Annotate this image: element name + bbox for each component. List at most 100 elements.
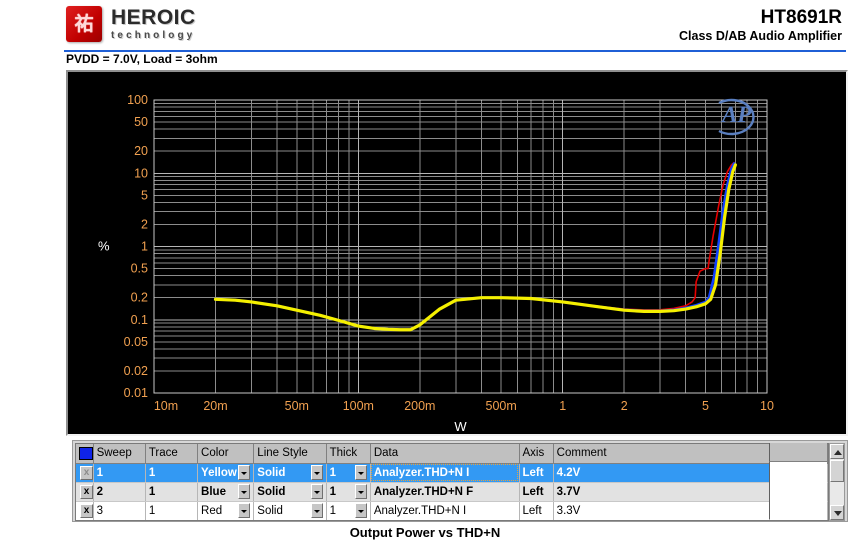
cell-color-select[interactable]: Yellow [197, 463, 255, 483]
chart-tick-labels: 0.01 0.02 0.05 0.1 0.2 0.5 1 2 5 10 20 50 100 20m 50m 1… [98, 93, 774, 434]
cell-color-select-value: Blue [201, 485, 226, 498]
cell-line-style-select[interactable]: Solid [253, 482, 327, 502]
x-tick-label: 50m [285, 399, 309, 413]
close-icon[interactable]: x [80, 503, 93, 518]
x-tick-label: 20m [203, 399, 227, 413]
x-tick-label: 1 [559, 399, 566, 413]
close-icon[interactable]: x [80, 484, 93, 499]
row-delete-cell[interactable]: x [76, 501, 94, 520]
chevron-down-icon[interactable] [354, 465, 367, 480]
cell-comment[interactable]: 3.3V [553, 501, 770, 520]
table-row[interactable]: x 1 1 Yellow Solid 1 Analyzer.THD+N I Left 4.2V [76, 463, 828, 483]
grid-blank-column [769, 462, 827, 519]
cell-line-style-select[interactable]: Solid [253, 501, 327, 520]
screenshot-root: 祐 HEROIC technology HT8691R Class D/AB A… [0, 0, 850, 548]
test-condition-label: PVDD = 7.0V, Load = 3ohm [66, 52, 218, 66]
x-tick-label: 2 [621, 399, 628, 413]
cell-line-style-select[interactable]: Solid [253, 463, 327, 483]
part-info: HT8691R Class D/AB Audio Amplifier [679, 7, 842, 44]
y-axis-label: % [98, 239, 110, 254]
y-tick-label: 1 [141, 240, 148, 254]
cell-data[interactable]: Analyzer.THD+N I [370, 501, 520, 520]
chevron-down-icon[interactable] [238, 484, 251, 499]
heroic-logo-icon: 祐 [66, 6, 102, 42]
cell-sweep[interactable]: 3 [93, 501, 146, 520]
cell-trace[interactable]: 1 [145, 501, 199, 520]
logo-title: HEROIC [111, 5, 196, 29]
chevron-down-icon[interactable] [310, 503, 323, 518]
cell-axis[interactable]: Left [519, 482, 554, 502]
y-tick-label: 0.2 [131, 291, 148, 305]
x-tick-label: 500m [486, 399, 517, 413]
cell-thick-select-value: 1 [329, 485, 337, 498]
cell-trace[interactable]: 1 [145, 463, 199, 483]
scroll-up-arrow-icon[interactable] [830, 444, 844, 459]
grid-scrollbar[interactable] [829, 443, 845, 521]
y-tick-label: 0.02 [124, 364, 148, 378]
y-tick-label: 0.01 [124, 386, 148, 400]
cell-thick-select[interactable]: 1 [326, 463, 371, 483]
chart-gridlines [153, 99, 768, 394]
color-swatch-icon [79, 446, 93, 460]
logo-seal-glyph: 祐 [74, 12, 94, 35]
x-tick-label: 200m [404, 399, 435, 413]
column-header-axis[interactable]: Axis [519, 444, 554, 464]
y-tick-label: 100 [127, 93, 148, 107]
column-header-comment[interactable]: Comment [553, 444, 770, 464]
cell-thick-select[interactable]: 1 [326, 501, 371, 520]
column-header-sweep[interactable]: Sweep [93, 444, 146, 464]
y-tick-label: 0.05 [124, 335, 148, 349]
sweep-table-header-row: Sweep Trace Color Line Style Thick Data … [76, 444, 828, 464]
column-header-line-style[interactable]: Line Style [253, 444, 327, 464]
column-header-trace[interactable]: Trace [145, 444, 199, 464]
cell-color-select[interactable]: Red [197, 501, 255, 520]
chevron-down-icon[interactable] [354, 503, 367, 518]
table-row[interactable]: x 2 1 Blue Solid 1 Analyzer.THD+N F Left 3.7V [76, 482, 828, 502]
cell-data[interactable]: Analyzer.THD+N I [370, 463, 520, 483]
x-tick-label: 100m [343, 399, 374, 413]
cell-color-select-value: Red [201, 504, 223, 517]
cell-thick-select-value: 1 [329, 466, 337, 479]
chart-plot-area: 0.01 0.02 0.05 0.1 0.2 0.5 1 2 5 10 20 50 100 20m 50m 1… [68, 72, 846, 434]
cell-sweep[interactable]: 2 [93, 482, 146, 502]
chevron-down-icon[interactable] [238, 503, 251, 518]
column-header-thick[interactable]: Thick [326, 444, 371, 464]
cell-comment[interactable]: 3.7V [553, 482, 770, 502]
thdn-vs-power-chart: 0.01 0.02 0.05 0.1 0.2 0.5 1 2 5 10 20 50 100 20m 50m 1… [98, 93, 774, 434]
cell-comment[interactable]: 4.2V [553, 463, 770, 483]
row-delete-cell[interactable]: x [76, 482, 94, 502]
y-tick-label: 0.1 [131, 313, 148, 327]
part-number: HT8691R [760, 7, 842, 28]
cell-axis[interactable]: Left [519, 463, 554, 483]
chart-caption: Output Power vs THD+N [349, 525, 501, 540]
chevron-down-icon[interactable] [238, 465, 251, 480]
y-tick-label: 2 [141, 217, 148, 231]
table-corner-cell[interactable] [76, 444, 94, 464]
table-row[interactable]: x 3 1 Red Solid 1 Analyzer.THD+N I Left 3.3V [76, 501, 828, 520]
column-header-color[interactable]: Color [197, 444, 255, 464]
cell-data[interactable]: Analyzer.THD+N F [370, 482, 520, 502]
sweep-grid[interactable]: Sweep Trace Color Line Style Thick Data … [75, 443, 829, 521]
x-tick-label: 10m [154, 399, 178, 413]
scrollbar-thumb[interactable] [830, 460, 844, 482]
column-header-data[interactable]: Data [370, 444, 520, 464]
scroll-down-arrow-icon[interactable] [830, 505, 844, 520]
chevron-down-icon[interactable] [310, 484, 323, 499]
sweep-table: Sweep Trace Color Line Style Thick Data … [76, 444, 828, 520]
cell-thick-select[interactable]: 1 [326, 482, 371, 502]
cell-line-style-select-value: Solid [257, 504, 283, 517]
x-tick-label: 10 [760, 399, 774, 413]
sweep-table-body: x 1 1 Yellow Solid 1 Analyzer.THD+N I Left 4.2V x… [76, 463, 828, 520]
chevron-down-icon[interactable] [310, 465, 323, 480]
cell-trace[interactable]: 1 [145, 482, 199, 502]
y-tick-label: 5 [141, 188, 148, 202]
row-delete-cell[interactable]: x [76, 463, 94, 483]
grid-blank-column-header [769, 443, 827, 462]
cell-sweep[interactable]: 1 [93, 463, 146, 483]
chevron-down-icon[interactable] [354, 484, 367, 499]
cell-axis[interactable]: Left [519, 501, 554, 520]
cell-line-style-select-value: Solid [257, 466, 286, 479]
cell-color-select[interactable]: Blue [197, 482, 255, 502]
close-icon[interactable]: x [80, 465, 93, 480]
x-axis-label: W [454, 419, 467, 434]
